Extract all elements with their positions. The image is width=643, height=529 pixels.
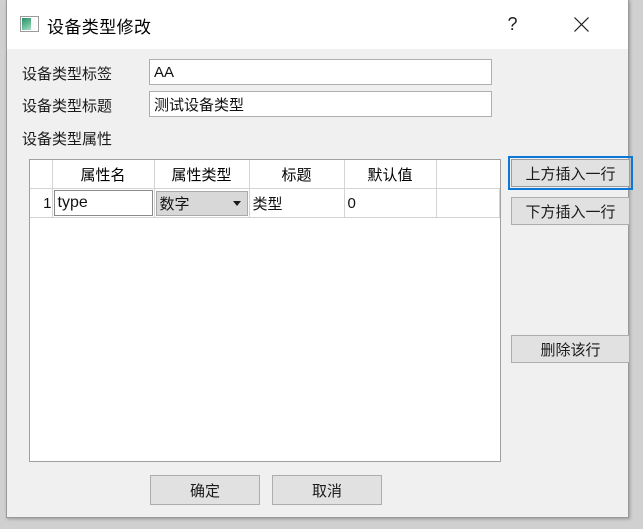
chevron-down-icon <box>232 200 241 206</box>
dialog-body: 设备类型标签 设备类型标题 设备类型属性 <box>7 49 633 517</box>
column-header-type[interactable]: 属性类型 <box>154 160 250 189</box>
device-type-properties-label: 设备类型属性 <box>22 131 113 148</box>
column-header-filler <box>436 160 500 189</box>
help-icon: ? <box>507 13 518 34</box>
column-header-name[interactable]: 属性名 <box>52 160 155 189</box>
property-title-value: 类型 <box>252 195 283 213</box>
ok-button[interactable]: 确定 <box>150 475 260 505</box>
property-default-value: 0 <box>347 194 356 212</box>
device-type-tag-input[interactable] <box>149 59 492 85</box>
table-row[interactable]: 1 type 数字 类型 0 <box>30 188 500 218</box>
cell-property-default[interactable]: 0 <box>344 188 437 218</box>
properties-table[interactable]: 属性名 属性类型 标题 默认值 1 type 数字 类型 0 <box>29 159 501 462</box>
close-button[interactable] <box>559 8 604 40</box>
table-header-row: 属性名 属性类型 标题 默认值 <box>30 160 500 189</box>
device-type-tag-label: 设备类型标签 <box>22 66 113 83</box>
cell-property-title[interactable]: 类型 <box>249 188 345 218</box>
column-header-title[interactable]: 标题 <box>249 160 345 189</box>
screen: 设备类型修改 ? 设备类型标签 设备类型标题 设 <box>0 0 643 529</box>
table-corner-cell <box>30 160 53 189</box>
row-number[interactable]: 1 <box>30 188 53 218</box>
insert-row-below-button[interactable]: 下方插入一行 <box>511 197 630 225</box>
window-title: 设备类型修改 <box>47 18 152 37</box>
cell-filler <box>436 188 500 218</box>
delete-row-button[interactable]: 删除该行 <box>511 335 630 363</box>
cell-property-name[interactable]: type <box>52 188 155 218</box>
picture-icon <box>20 16 39 32</box>
property-type-combobox[interactable]: 数字 <box>155 190 248 216</box>
column-header-default[interactable]: 默认值 <box>344 160 437 189</box>
picture-icon-left-swatch <box>22 18 31 30</box>
property-name-editor[interactable]: type <box>53 190 153 216</box>
insert-row-above-button[interactable]: 上方插入一行 <box>508 156 633 190</box>
device-type-title-label: 设备类型标题 <box>22 98 113 115</box>
picture-icon-right-swatch <box>32 18 37 30</box>
property-type-value: 数字 <box>159 195 190 213</box>
device-type-title-input[interactable] <box>149 91 492 117</box>
help-button[interactable]: ? <box>490 8 535 40</box>
title-bar: 设备类型修改 ? <box>7 0 628 49</box>
cell-property-type[interactable]: 数字 <box>154 188 250 218</box>
cancel-button[interactable]: 取消 <box>272 475 382 505</box>
dialog-window: 设备类型修改 ? 设备类型标签 设备类型标题 设 <box>6 0 633 518</box>
close-icon <box>573 16 590 33</box>
